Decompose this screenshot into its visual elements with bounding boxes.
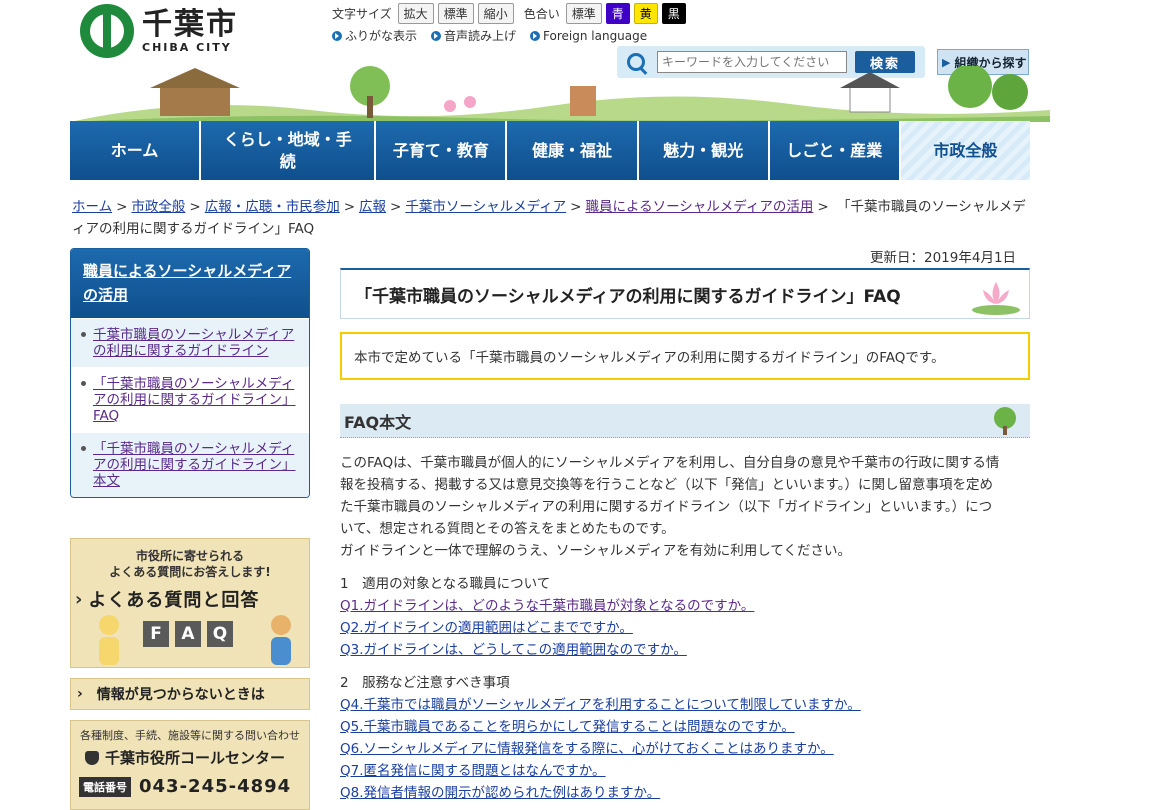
color-black-button[interactable]: 黒 — [661, 2, 686, 24]
site-logo[interactable]: 千葉市 CHIBA CITY — [80, 4, 238, 58]
breadcrumb-public-relations[interactable]: 広報・広聴・市民参加 — [205, 199, 340, 215]
font-size-enlarge-button[interactable]: 拡大 — [397, 2, 434, 24]
breadcrumb-social-media[interactable]: 千葉市ソーシャルメディア — [405, 199, 566, 215]
intro-text: 本市で定めている「千葉市職員のソーシャルメディアの利用に関するガイドライン」のF… — [354, 350, 945, 366]
gnav-business[interactable]: しごと・産業 — [769, 121, 901, 180]
faq-banner-line1: 市役所に寄せられる — [135, 549, 244, 563]
chevron-right-icon: › — [77, 686, 83, 702]
gnav-tourism[interactable]: 魅力・観光 — [638, 121, 770, 180]
faq-q5-link[interactable]: Q5.千葉市職員であることを明らかにして発信することは問題なのですか。 — [340, 716, 795, 738]
faq-q7-link[interactable]: Q7.匿名発信に関する問題とはなんですか。 — [340, 760, 606, 782]
faq-banner[interactable]: 市役所に寄せられる よくある質問にお答えします! › よくある質問と回答 F A… — [70, 538, 310, 668]
gnav-childcare-education[interactable]: 子育て・教育 — [376, 121, 508, 180]
global-navigation: ホーム くらし・地域・手続 子育て・教育 健康・福祉 魅力・観光 しごと・産業 … — [70, 121, 1030, 180]
color-label: 色合い — [523, 6, 560, 21]
read-aloud-link[interactable]: 音声読み上げ — [431, 27, 516, 44]
sidebar-item-guideline[interactable]: 千葉市職員のソーシャルメディアの利用に関するガイドライン — [71, 318, 309, 367]
tel-number[interactable]: 043-245-4894 — [139, 776, 291, 797]
faq-intro-paragraph: このFAQは、千葉市職員が個人的にソーシャルメディアを利用し、自分自身の意見や千… — [340, 455, 1000, 559]
faq-q8-link[interactable]: Q8.発信者情報の開示が認められた例はありますか。 — [340, 782, 660, 804]
breadcrumb-home[interactable]: ホーム — [72, 199, 112, 215]
intro-box: 本市で定めている「千葉市職員のソーシャルメディアの利用に関するガイドライン」のF… — [340, 332, 1030, 380]
faq-q1-link[interactable]: Q1.ガイドラインは、どのような千葉市職員が対象となるのですか。 — [340, 595, 754, 617]
arrow-circle-icon — [431, 30, 442, 41]
sidebar-item-guideline-text[interactable]: 「千葉市職員のソーシャルメディアの利用に関するガイドライン」本文 — [71, 432, 309, 497]
chevron-right-icon: › — [75, 588, 83, 610]
faq-banner-line2: よくある質問にお答えします! — [109, 565, 271, 579]
faq-letters: F A Q — [143, 621, 233, 647]
logo-name-en: CHIBA CITY — [142, 40, 232, 54]
gnav-health-welfare[interactable]: 健康・福祉 — [507, 121, 639, 180]
breadcrumb-staff-social-media[interactable]: 職員によるソーシャルメディアの活用 — [585, 199, 813, 215]
arrow-circle-icon — [332, 30, 342, 41]
faq-letter-f: F — [143, 621, 169, 647]
foreign-language-link[interactable]: Foreign language — [530, 27, 647, 44]
faq-heading: FAQ本文 — [340, 404, 1030, 438]
color-yellow-button[interactable]: 黄 — [633, 2, 658, 24]
faq-q2-link[interactable]: Q2.ガイドラインの適用範囲はどこまでですか。 — [340, 617, 633, 639]
gnav-city-government[interactable]: 市政全般 — [900, 121, 1030, 180]
person-answer-icon — [271, 615, 291, 665]
section-heading-2: 2 服務など注意すべき事項 — [340, 675, 510, 691]
faq-q6-link[interactable]: Q6.ソーシャルメディアに情報発信をする際に、心がけておくことはありますか。 — [340, 738, 834, 760]
gnav-home[interactable]: ホーム — [70, 121, 202, 180]
breadcrumb: ホーム > 市政全般 > 広報・広聴・市民参加 > 広報 > 千葉市ソーシャルメディア > 職員によ… — [72, 199, 1026, 237]
tree-icon — [994, 407, 1016, 435]
color-blue-button[interactable]: 青 — [605, 2, 630, 24]
faq-q3-link[interactable]: Q3.ガイドラインは、どうしてこの適用範囲なのですか。 — [340, 639, 687, 661]
logo-name-jp: 千葉市 — [142, 6, 238, 42]
font-size-standard-button[interactable]: 標準 — [437, 2, 474, 24]
call-center-name: 千葉市役所コールセンター — [105, 749, 286, 767]
color-standard-button[interactable]: 標準 — [565, 2, 602, 24]
phone-icon — [85, 750, 99, 765]
not-found-link[interactable]: › 情報が見つからないときは — [70, 678, 310, 710]
header-scenery-illustration — [70, 66, 1050, 122]
font-size-label: 文字サイズ — [332, 6, 392, 21]
sidebar-heading[interactable]: 職員によるソーシャルメディアの活用 — [71, 249, 309, 318]
updated-date: 更新日：2019年4月1日 — [870, 250, 1017, 266]
utility-bar: 文字サイズ 拡大 標準 縮小 色合い 標準 青 黄 黒 ふりがな表示 音声読み上… — [332, 2, 690, 44]
breadcrumb-current-prefix: 「 — [836, 199, 851, 215]
call-center-description: 各種制度、手続、施設等に関する問い合わせ — [80, 729, 300, 742]
arrow-circle-icon — [530, 30, 541, 41]
gnav-living[interactable]: くらし・地域・手続 — [201, 121, 377, 180]
faq-letter-a: A — [175, 621, 201, 647]
section-heading-1: 1 適用の対象となる職員について — [340, 576, 551, 592]
breadcrumb-pr[interactable]: 広報 — [359, 199, 386, 215]
faq-q4-link[interactable]: Q4.千葉市では職員がソーシャルメディアを利用することについて制限していますか。 — [340, 694, 861, 716]
site-header: 千葉市 CHIBA CITY 文字サイズ 拡大 標準 縮小 色合い 標準 青 黄… — [0, 0, 1174, 122]
sidebar-item-faq[interactable]: 「千葉市職員のソーシャルメディアの利用に関するガイドライン」FAQ — [71, 367, 309, 432]
faq-letter-q: Q — [207, 621, 233, 647]
city-emblem-icon — [80, 4, 134, 58]
breadcrumb-city-government[interactable]: 市政全般 — [131, 199, 185, 215]
lotus-icon — [972, 282, 1020, 315]
furigana-link[interactable]: ふりがな表示 — [332, 27, 417, 44]
call-center-box: 各種制度、手続、施設等に関する問い合わせ 千葉市役所コールセンター 電話番号 0… — [70, 720, 310, 810]
tel-label: 電話番号 — [79, 776, 131, 797]
font-size-reduce-button[interactable]: 縮小 — [477, 2, 514, 24]
sidebar-menu: 職員によるソーシャルメディアの活用 千葉市職員のソーシャルメディアの利用に関する… — [70, 248, 310, 498]
page-title: 「千葉市職員のソーシャルメディアの利用に関するガイドライン」FAQ — [340, 268, 1030, 319]
person-question-icon — [99, 615, 119, 665]
